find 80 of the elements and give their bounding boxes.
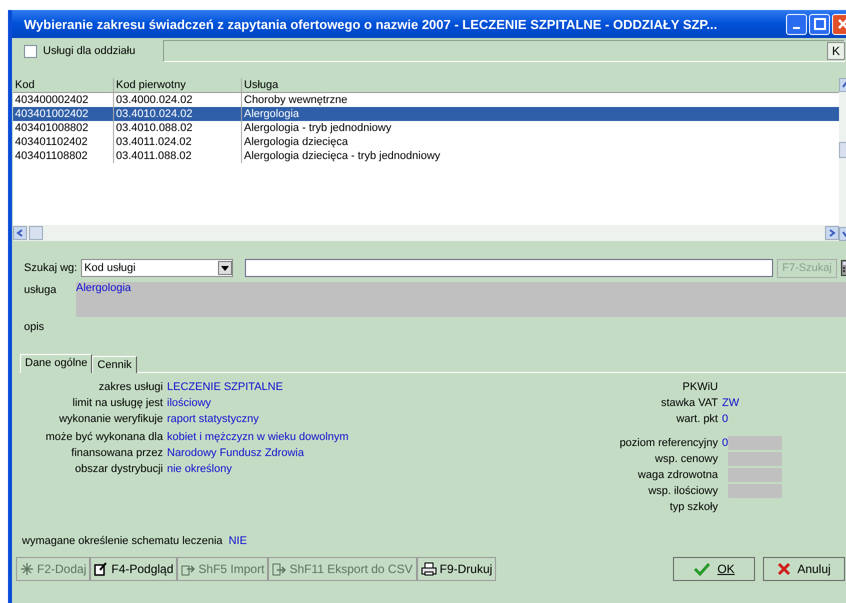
service-label: usługa — [24, 283, 58, 298]
detail-label: wart. pkt — [675, 413, 718, 425]
table-cell: 403401002402 — [13, 107, 114, 121]
table-cell-text: Alergologia dziecięca - tryb jednodniowy — [243, 149, 442, 163]
detail-value: 0 — [722, 437, 728, 449]
table-cell-text: Alergologia - tryb jednodniowy — [243, 121, 392, 135]
close-icon — [836, 18, 846, 30]
column-header[interactable]: Usługa — [242, 78, 839, 92]
detail-label: finansowana przez — [70, 446, 164, 461]
table-cell: 403401008802 — [13, 121, 114, 135]
detail-label: zakres usługi — [98, 380, 164, 395]
k-button[interactable]: K — [826, 42, 845, 60]
tab[interactable]: Dane ogólne — [20, 354, 92, 373]
maximize-icon — [814, 18, 826, 30]
search-label: Szukaj wg: — [24, 262, 78, 274]
export-icon — [272, 562, 286, 576]
table-cell-text: Alergologia dziecięca — [243, 135, 349, 149]
dialog-button[interactable]: Anuluj — [763, 557, 845, 581]
table-cell-text: Alergologia — [243, 107, 300, 121]
detail-value: nie określony — [167, 462, 232, 477]
table-cell: 403401108802 — [13, 149, 114, 163]
table-cell: 403401102402 — [13, 135, 114, 149]
sparkle-icon — [20, 562, 34, 576]
scroll-left-icon[interactable] — [13, 226, 27, 240]
detail-value: ilościowy — [167, 396, 212, 411]
tab[interactable]: Cennik — [92, 356, 137, 373]
toolbar-button[interactable]: F4-Podgląd — [90, 557, 178, 581]
table-row[interactable]: 403401108802 03.4011.088.02 Alergologia dziecięca - tryb jednodniowy — [13, 149, 839, 163]
table-row[interactable]: 403401008802 03.4010.088.02 Alergologia - tryb jednodniowy — [13, 121, 839, 135]
detail-label: może być wykonana dla — [44, 430, 164, 445]
detail-label: stawka VAT — [660, 397, 718, 409]
footer-value: NIE — [228, 535, 247, 549]
detail-label: poziom referencyjny — [618, 437, 718, 449]
horizontal-scrollbar[interactable] — [13, 225, 839, 241]
dialog-button[interactable]: OK — [673, 557, 755, 581]
minimize-icon — [793, 27, 800, 29]
table-cell-text: Choroby wewnętrzne — [243, 93, 348, 107]
checkbox-label: Usługi dla oddziału — [43, 45, 136, 57]
table-row[interactable]: 403401002402 03.4010.024.02 Alergologia — [13, 107, 839, 121]
x-icon — [777, 562, 792, 576]
detail-value: 0 — [722, 413, 728, 425]
table-cell: 03.4011.088.02 — [114, 149, 242, 163]
table-cell: 03.4011.024.02 — [114, 135, 242, 149]
scroll-right-icon[interactable] — [825, 226, 839, 240]
detail-label: waga zdrowotna — [636, 469, 718, 481]
service-value: Alergologia — [76, 282, 132, 294]
detail-label: wsp. ilościowy — [647, 485, 718, 497]
table-cell: 03.4010.088.02 — [114, 121, 242, 135]
window-title: Wybieranie zakresu świadczeń z zapytania ofertowego o nazwie 2007 - LECZENIE SZPITALNE - ODDZIAŁY SZP... — [24, 16, 718, 32]
value-field — [728, 468, 782, 482]
description-label: opis — [24, 321, 44, 333]
detail-label: wykonanie weryfikuje — [58, 412, 164, 427]
detail-label: obszar dystrybucji — [74, 462, 164, 477]
detail-value: LECZENIE SZPITALNE — [167, 380, 283, 395]
edit-icon — [94, 562, 108, 576]
detail-value: raport statystyczny — [167, 412, 259, 427]
detail-value: ZW — [722, 397, 740, 409]
minimize-button[interactable] — [786, 14, 807, 34]
search-by-dropdown[interactable]: Kod usługi — [81, 259, 234, 277]
detail-value: Narodowy Fundusz Zdrowia — [167, 446, 304, 461]
checkmark-icon — [693, 562, 712, 576]
toolbar-button[interactable]: F9-Drukuj — [416, 557, 496, 581]
search-field[interactable] — [245, 259, 773, 277]
detail-label: PKWiU — [682, 381, 718, 393]
detail-label: limit na usługę jest — [72, 396, 164, 411]
checkbox[interactable] — [24, 44, 37, 58]
footer-label: wymagane określenie schematu leczenia — [22, 535, 223, 549]
value-field — [728, 452, 782, 466]
column-header[interactable]: Kod — [13, 78, 114, 92]
table-row[interactable]: 403401102402 03.4011.024.02 Alergologia dziecięca — [13, 135, 839, 149]
detail-label: wsp. cenowy — [654, 453, 718, 465]
scroll-thumb[interactable] — [29, 226, 43, 240]
detail-label: typ szkoły — [668, 501, 718, 513]
column-header[interactable]: Kod pierwotny — [114, 78, 242, 92]
value-field — [728, 484, 782, 498]
detail-value: kobiet i mężczyzn w wieku dowolnym — [167, 430, 349, 445]
value-field — [728, 436, 782, 450]
maximize-button[interactable] — [809, 14, 830, 34]
printer-icon — [420, 562, 437, 576]
table-cell: 03.4010.024.02 — [114, 107, 242, 121]
